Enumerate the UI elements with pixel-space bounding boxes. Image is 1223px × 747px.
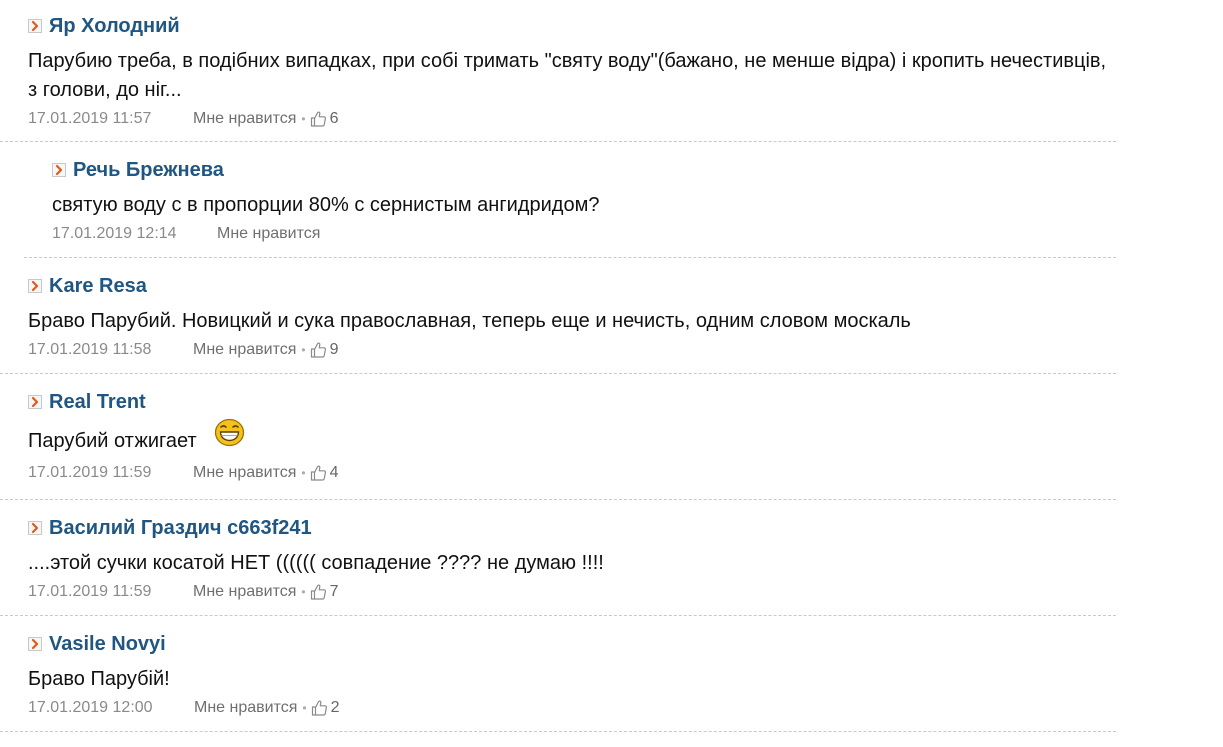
comment-author-link[interactable]: Vasile Novyi xyxy=(49,633,166,656)
comment-author-row: Яр Холодний xyxy=(28,14,1116,38)
comment-text: Парубию треба, в подібних випадках, при … xyxy=(28,50,1107,101)
comment-text: святую воду с в пропорции 80% с сернисты… xyxy=(52,194,600,216)
comment-item: Vasile Novyi Браво Парубій! 17.01.2019 1… xyxy=(0,616,1116,732)
comment-date: 17.01.2019 11:59 xyxy=(28,464,152,481)
comment-author-row: Vasile Novyi xyxy=(28,632,1116,656)
comment-text: Браво Парубій! xyxy=(28,668,170,690)
comment-date: 17.01.2019 11:57 xyxy=(28,110,152,127)
separator-dot: • xyxy=(301,343,306,357)
thumbs-up-icon[interactable] xyxy=(310,699,328,717)
comment-meta: 17.01.2019 11:59 Мне нравится • 7 xyxy=(28,581,1116,603)
comment-date: 17.01.2019 12:14 xyxy=(52,225,177,242)
thumbs-up-icon[interactable] xyxy=(309,341,327,359)
comment-text: Парубий отжигает xyxy=(28,430,197,452)
thumbs-up-icon[interactable] xyxy=(309,110,327,128)
comment-item: Василий Граздич c663f241 ....этой сучки … xyxy=(0,500,1116,616)
arrow-right-icon xyxy=(28,521,42,535)
separator-dot: • xyxy=(301,585,306,599)
separator-dot: • xyxy=(301,112,306,126)
like-button[interactable]: Мне нравится xyxy=(194,699,297,717)
thumbs-up-icon[interactable] xyxy=(309,583,327,601)
grinning-smiley-icon xyxy=(214,418,244,447)
comment-meta: 17.01.2019 11:57 Мне нравится • 6 xyxy=(28,108,1116,130)
comment-author-link[interactable]: Kare Resa xyxy=(49,275,147,298)
like-button[interactable]: Мне нравится xyxy=(193,464,296,482)
comment-item: Яр Холодний Парубию треба, в подібних ви… xyxy=(0,0,1116,142)
comment-item: Kare Resa Браво Парубий. Новицкий и сука… xyxy=(0,258,1116,374)
comment-author-row: Василий Граздич c663f241 xyxy=(28,516,1116,540)
separator-dot: • xyxy=(302,701,307,715)
like-count: 7 xyxy=(329,583,339,600)
arrow-right-icon xyxy=(28,395,42,409)
comment-item: Real Trent Парубий отжигает 17.01.2019 1… xyxy=(0,374,1116,500)
comment-text: ....этой сучки косатой НЕТ (((((( совпад… xyxy=(28,552,604,574)
like-count: 4 xyxy=(329,464,339,481)
arrow-right-icon xyxy=(28,637,42,651)
like-button[interactable]: Мне нравится xyxy=(217,225,320,243)
comment-author-link[interactable]: Василий Граздич c663f241 xyxy=(49,517,312,540)
thumbs-up-icon[interactable] xyxy=(309,464,327,482)
comment-meta: 17.01.2019 11:58 Мне нравится • 9 xyxy=(28,339,1116,361)
like-button[interactable]: Мне нравится xyxy=(193,583,296,601)
comment-author-link[interactable]: Real Trent xyxy=(49,391,146,414)
like-button[interactable]: Мне нравится xyxy=(193,110,296,128)
separator-dot: • xyxy=(301,466,306,480)
comments-list: Яр Холодний Парубию треба, в подібних ви… xyxy=(0,0,1223,732)
like-count: 6 xyxy=(329,110,339,127)
comment-date: 17.01.2019 11:59 xyxy=(28,583,152,600)
like-button[interactable]: Мне нравится xyxy=(193,341,296,359)
comment-meta: 17.01.2019 12:00 Мне нравится • 2 xyxy=(28,697,1116,719)
arrow-right-icon xyxy=(52,163,66,177)
comment-text-row: Парубий отжигает xyxy=(28,418,1116,456)
comment-meta: 17.01.2019 11:59 Мне нравится • 4 xyxy=(28,462,1116,484)
comment-meta: 17.01.2019 12:14 Мне нравится xyxy=(52,223,1116,245)
comment-author-row: Real Trent xyxy=(28,390,1116,414)
comment-date: 17.01.2019 11:58 xyxy=(28,341,152,358)
comment-author-row: Kare Resa xyxy=(28,274,1116,298)
comment-date: 17.01.2019 12:00 xyxy=(28,699,153,716)
comment-author-link[interactable]: Яр Холодний xyxy=(49,15,180,38)
arrow-right-icon xyxy=(28,279,42,293)
comment-text: Браво Парубий. Новицкий и сука православ… xyxy=(28,310,911,332)
comment-author-link[interactable]: Речь Брежнева xyxy=(73,159,224,182)
arrow-right-icon xyxy=(28,19,42,33)
like-count: 9 xyxy=(329,341,339,358)
like-count: 2 xyxy=(330,699,340,716)
comment-author-row: Речь Брежнева xyxy=(52,158,1116,182)
comment-item: Речь Брежнева святую воду с в пропорции … xyxy=(24,142,1116,258)
